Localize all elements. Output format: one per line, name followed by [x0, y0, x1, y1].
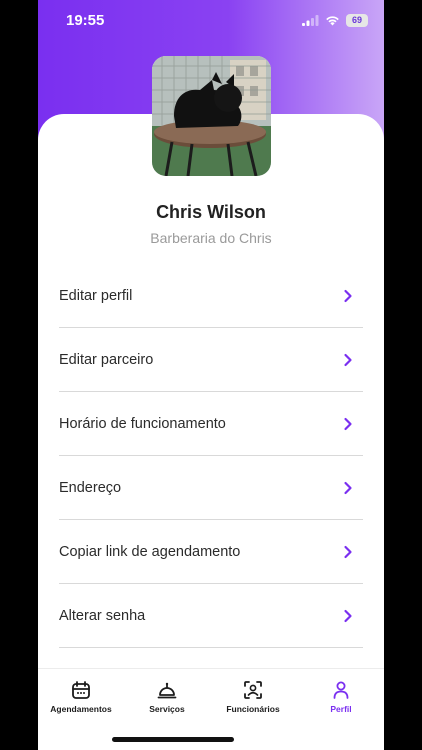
menu-item-endereco[interactable]: Endereço [59, 456, 363, 520]
tab-label: Funcionários [226, 704, 280, 714]
status-icons: 69 [302, 14, 368, 27]
menu-item-label: Copiar link de agendamento [59, 543, 241, 560]
profile-screen: 19:55 69 Chris Wilson Barberaria do Chri… [38, 0, 384, 750]
chevron-right-icon [344, 481, 352, 494]
signal-icon [302, 15, 319, 26]
menu-item-copiar-link[interactable]: Copiar link de agendamento [59, 520, 363, 584]
profile-name: Chris Wilson [156, 202, 266, 222]
menu-item-label: Editar perfil [59, 288, 133, 304]
profile-photo [152, 56, 271, 176]
chevron-right-icon [344, 545, 352, 558]
tab-agendamentos[interactable]: Agendamentos [38, 679, 124, 714]
tab-label: Serviços [149, 704, 185, 714]
chevron-right-icon [344, 417, 352, 430]
menu-item-horario[interactable]: Horário de funcionamento [59, 392, 363, 456]
tab-label: Perfil [330, 704, 352, 714]
chevron-right-icon [344, 353, 352, 366]
face-scan-icon [244, 681, 262, 699]
menu-item-label: Horário de funcionamento [59, 415, 226, 432]
calendar-icon [72, 681, 90, 699]
tab-servicos[interactable]: Serviços [124, 679, 210, 714]
avatar[interactable] [152, 56, 271, 176]
chevron-right-icon [344, 289, 352, 303]
home-indicator [112, 737, 234, 742]
tab-perfil[interactable]: Perfil [298, 679, 384, 714]
menu-item-label: Endereço [59, 479, 122, 496]
menu-item-alterar-senha[interactable]: Alterar senha [59, 584, 363, 648]
settings-menu: Editar perfil Editar parceiro Horário de… [59, 265, 363, 648]
service-bell-icon [157, 682, 177, 699]
wifi-icon [326, 16, 339, 26]
battery-indicator: 69 [346, 14, 368, 27]
status-time: 19:55 [66, 12, 105, 29]
menu-item-label: Alterar senha [59, 607, 146, 624]
menu-item-label: Editar parceiro [59, 351, 154, 368]
menu-item-editar-parceiro[interactable]: Editar parceiro [59, 328, 363, 392]
status-bar: 19:55 69 [38, 0, 384, 44]
tab-funcionarios[interactable]: Funcionários [210, 679, 296, 714]
chevron-right-icon [344, 609, 352, 622]
user-icon [333, 681, 349, 699]
menu-item-editar-perfil[interactable]: Editar perfil [59, 265, 363, 328]
business-name: Barberaria do Chris [150, 230, 272, 246]
tab-label: Agendamentos [50, 704, 112, 714]
